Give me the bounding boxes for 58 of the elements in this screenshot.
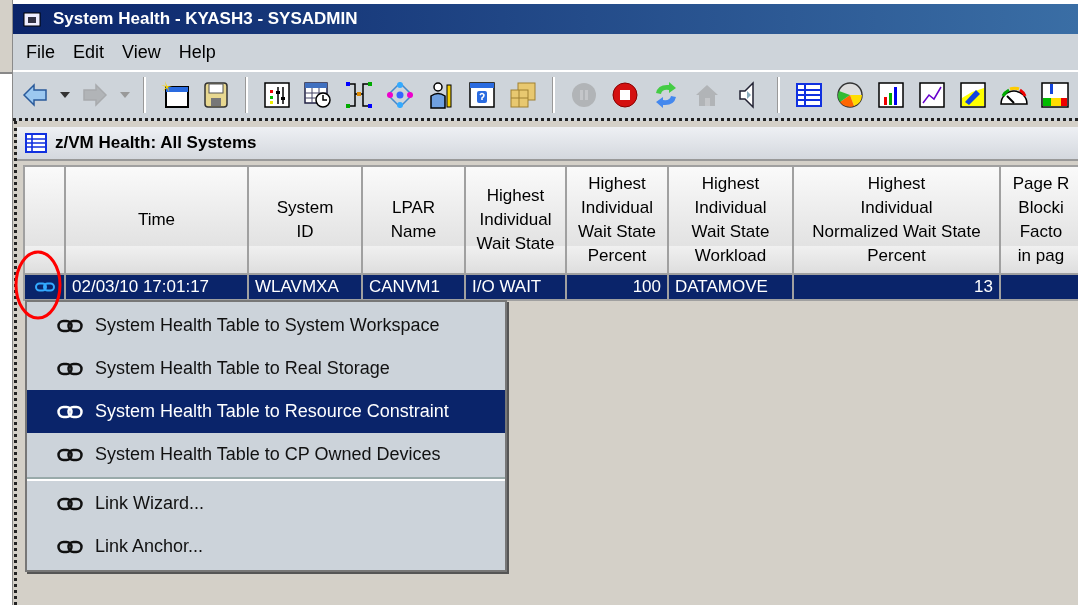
table-cell: DATAMOVE — [668, 274, 793, 300]
menu-item[interactable]: System Health Table to CP Owned Devices — [27, 433, 505, 476]
pause-icon — [571, 82, 597, 108]
table-icon — [25, 133, 47, 153]
column-header[interactable]: System ID — [248, 166, 362, 274]
table-cell: WLAVMXA — [248, 274, 362, 300]
menu-item[interactable]: Link Anchor... — [27, 525, 505, 568]
menu-item[interactable]: System Health Table to Real Storage — [27, 347, 505, 390]
menu-item[interactable]: File — [17, 41, 64, 63]
ruler-icon — [1041, 82, 1069, 108]
link-icon — [57, 539, 83, 554]
column-header[interactable]: Highest Individual Normalized Wait State Percent — [793, 166, 1000, 274]
line-chart-icon — [919, 82, 945, 108]
column-header[interactable]: Page R Blocki Facto in pag — [1000, 166, 1078, 274]
window-title: System Health - KYASH3 - SYSADMIN — [53, 9, 358, 29]
home-icon — [694, 82, 720, 108]
person-pencil-icon — [429, 81, 453, 109]
table-icon — [796, 83, 822, 107]
column-header[interactable]: LPAR Name — [362, 166, 465, 274]
link-icon — [57, 318, 83, 333]
bar-chart-icon — [878, 82, 904, 108]
menu-item[interactable]: System Health Table to System Workspace — [27, 304, 505, 347]
area-chart-icon — [960, 82, 986, 108]
network-icon — [386, 81, 414, 109]
calendar-clock-icon — [304, 81, 332, 109]
caret-icon — [120, 92, 130, 98]
column-header[interactable]: Time — [65, 166, 248, 274]
window-icon — [23, 11, 41, 27]
menu-item[interactable]: Edit — [64, 41, 114, 63]
topology-icon — [345, 81, 373, 109]
stacked-grid-icon — [510, 82, 536, 108]
column-header[interactable]: Highest Individual Wait State Percent — [566, 166, 668, 274]
panel-title: z/VM Health: All Systems — [55, 133, 257, 153]
stop-icon — [612, 82, 638, 108]
column-header[interactable]: Highest Individual Wait State Workload — [668, 166, 793, 274]
menu-item[interactable]: Link Wizard... — [27, 482, 505, 525]
column-header[interactable]: Highest Individual Wait State — [465, 166, 566, 274]
table-cell: 13 — [793, 274, 1000, 300]
sliders-icon — [264, 82, 290, 108]
table-cell: CANVM1 — [362, 274, 465, 300]
back-arrow-icon — [22, 83, 48, 107]
link-icon — [57, 496, 83, 511]
caret-icon — [60, 92, 70, 98]
menu-item[interactable]: View — [113, 41, 170, 63]
table-cell: 100 — [566, 274, 668, 300]
link-icon — [57, 447, 83, 462]
help-window-icon — [469, 82, 495, 108]
pie-chart-icon — [836, 81, 864, 109]
new-window-icon — [160, 81, 190, 109]
menu-item[interactable]: System Health Table to Resource Constraint — [27, 390, 505, 433]
forward-arrow-icon — [82, 83, 108, 107]
menu-item[interactable]: Help — [169, 41, 225, 63]
link-icon — [34, 282, 55, 292]
table-cell: I/O WAIT — [465, 274, 566, 300]
link-icon — [57, 404, 83, 419]
link-icon — [57, 361, 83, 376]
table-cell: 02/03/10 17:01:17 — [65, 274, 248, 300]
link-cell[interactable] — [23, 275, 64, 301]
